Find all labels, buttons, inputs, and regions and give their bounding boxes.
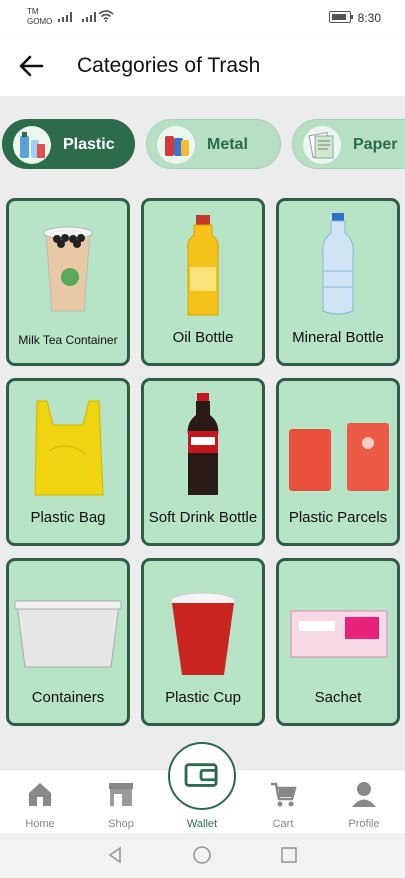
item-card-sachet[interactable]: Sachet (276, 558, 400, 726)
item-card-plastic-bag[interactable]: Plastic Bag (6, 378, 130, 546)
nav-label: Cart (272, 818, 294, 830)
signal-icon (82, 12, 96, 22)
plastic-icon (13, 126, 51, 164)
item-card-containers[interactable]: Containers (6, 558, 130, 726)
page-title: Categories of Trash (77, 54, 261, 77)
nav-profile[interactable]: Profile (324, 770, 404, 834)
home-icon (29, 783, 51, 806)
item-card-plastic-cup[interactable]: Plastic Cup (141, 558, 265, 726)
plastic-parcels-image (289, 423, 389, 491)
tab-label: Metal (207, 136, 248, 153)
paper-icon (303, 126, 341, 164)
nav-home[interactable]: Home (0, 770, 80, 834)
cart-icon (271, 782, 297, 807)
battery-icon (329, 11, 353, 23)
tab-paper[interactable]: Paper (292, 119, 405, 169)
tab-label: Paper (353, 136, 398, 153)
nav-label: Profile (348, 818, 380, 830)
item-label: Containers (31, 689, 105, 706)
wallet-button[interactable] (168, 742, 236, 810)
nav-shop[interactable]: Shop (81, 770, 161, 834)
mineral-bottle-image (322, 213, 354, 315)
item-card-milk-tea-container[interactable]: Milk Tea Container (6, 198, 130, 366)
back-arrow-icon[interactable] (18, 54, 44, 78)
system-home-icon[interactable] (192, 845, 212, 865)
oil-bottle-image (187, 215, 219, 316)
milk-tea-image (43, 226, 93, 312)
soft-drink-bottle-image (187, 393, 219, 495)
carrier: TM GOMO (27, 7, 53, 26)
wallet-icon (184, 763, 218, 787)
container-image (14, 600, 122, 668)
item-label: Plastic Parcels (288, 509, 388, 526)
item-label: Plastic Bag (30, 509, 106, 526)
item-label: Oil Bottle (172, 329, 234, 346)
nav-label: Home (25, 818, 55, 830)
tab-plastic[interactable]: Plastic (2, 119, 135, 169)
item-label: Milk Tea Container (18, 333, 118, 347)
system-recents-icon[interactable] (279, 845, 299, 865)
sachet-image (290, 610, 388, 658)
app-header: Categories of Trash (0, 36, 405, 96)
shop-icon (109, 783, 133, 806)
metal-can-icon (157, 126, 195, 164)
system-nav-bar (0, 833, 405, 878)
clock: 8:30 (357, 11, 381, 25)
main-content: Plastic Metal Paper Milk Tea Container O… (0, 97, 405, 769)
item-label: Plastic Cup (165, 689, 241, 706)
nav-cart[interactable]: Cart (243, 770, 323, 834)
item-card-oil-bottle[interactable]: Oil Bottle (141, 198, 265, 366)
system-back-icon[interactable] (105, 845, 125, 865)
tab-metal[interactable]: Metal (146, 119, 281, 169)
plastic-cup-image (170, 592, 236, 675)
item-label: Mineral Bottle (292, 329, 384, 346)
item-card-mineral-bottle[interactable]: Mineral Bottle (276, 198, 400, 366)
signal-icon (58, 12, 72, 22)
item-label: Soft Drink Bottle (148, 509, 258, 526)
item-label: Sachet (314, 689, 362, 706)
profile-icon (352, 782, 376, 807)
nav-label: Wallet (186, 818, 218, 830)
tab-label: Plastic (63, 136, 115, 153)
status-bar: TM GOMO 8:30 (0, 0, 405, 36)
item-card-soft-drink-bottle[interactable]: Soft Drink Bottle (141, 378, 265, 546)
plastic-bag-image (34, 400, 104, 496)
nav-label: Shop (108, 818, 134, 830)
category-tabs: Plastic Metal Paper (0, 119, 405, 171)
item-card-plastic-parcels[interactable]: Plastic Parcels (276, 378, 400, 546)
wifi-icon (98, 10, 114, 22)
